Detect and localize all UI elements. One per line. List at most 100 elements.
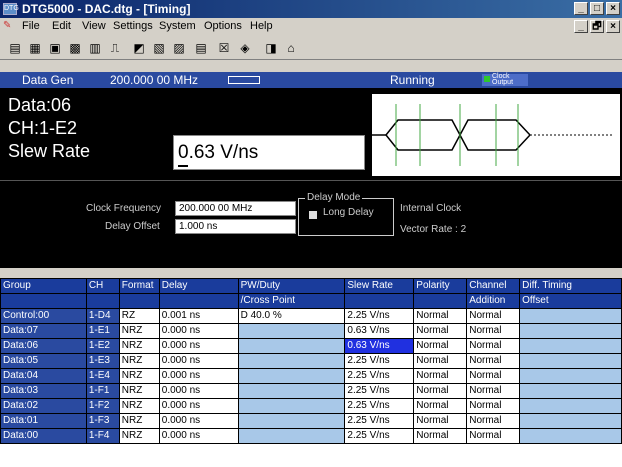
cell-slew-rate[interactable]: 2.25 V/ns [344,428,415,444]
cell-channel-addition[interactable]: Normal [466,323,521,339]
long-delay-checkbox[interactable] [309,211,317,219]
cell-channel-addition[interactable]: Normal [466,353,521,369]
cell-delay[interactable]: 0.000 ns [158,383,239,399]
cell-slew-rate[interactable]: 2.25 V/ns [344,353,415,369]
open-icon[interactable]: ▤ [6,39,24,57]
cell-slew-rate[interactable]: 2.25 V/ns [344,383,415,399]
parameter-value-field[interactable]: 0.63 V/ns [173,135,365,170]
cell-pw-duty[interactable] [237,383,346,399]
menu-edit[interactable]: Edit [52,20,71,32]
cell-polarity[interactable]: Normal [413,323,468,339]
cell-diff-timing-offset[interactable] [519,338,622,354]
doc-minimize-button[interactable]: _ [574,20,588,33]
cell-ch[interactable]: 1-F4 [85,428,120,444]
cell-polarity[interactable]: Normal [413,368,468,384]
cell-channel-addition[interactable]: Normal [466,368,521,384]
cell-diff-timing-offset[interactable] [519,413,622,429]
cell-delay[interactable]: 0.000 ns [158,428,239,444]
cell-pw-duty[interactable] [237,398,346,414]
cell-ch[interactable]: 1-E1 [85,323,120,339]
cell-pw-duty[interactable] [237,338,346,354]
cell-slew-rate[interactable]: 0.63 V/ns [344,338,415,354]
cell-channel-addition[interactable]: Normal [466,428,521,444]
table-icon[interactable]: ▥ [86,39,104,57]
cell-channel-addition[interactable]: Normal [466,398,521,414]
cell-polarity[interactable]: Normal [413,308,468,324]
cell-group[interactable]: Data:01 [0,413,87,429]
cell-format[interactable]: NRZ [118,353,160,369]
pattern-icon[interactable]: ▤ [192,39,210,57]
minimize-button[interactable]: _ [574,2,588,15]
table-row[interactable]: Control:00 1-D4 RZ 0.001 ns D 40.0 % 2.25 V/n… [0,308,622,324]
home-icon[interactable]: ⌂ [282,39,300,57]
cell-format[interactable]: NRZ [118,428,160,444]
cell-group[interactable]: Data:02 [0,398,87,414]
cell-ch[interactable]: 1-F2 [85,398,120,414]
cell-ch[interactable]: 1-E3 [85,353,120,369]
cell-diff-timing-offset[interactable] [519,323,622,339]
cell-diff-timing-offset[interactable] [519,428,622,444]
cell-pw-duty[interactable] [237,428,346,444]
cell-polarity[interactable]: Normal [413,398,468,414]
table-row[interactable]: Data:05 1-E3 NRZ 0.000 ns 2.25 V/ns Normal Nor… [0,353,622,369]
save-icon[interactable]: ▦ [26,39,44,57]
cell-polarity[interactable]: Normal [413,338,468,354]
cell-channel-addition[interactable]: Normal [466,308,521,324]
cell-ch[interactable]: 1-F3 [85,413,120,429]
cell-format[interactable]: NRZ [118,368,160,384]
cell-polarity[interactable]: Normal [413,413,468,429]
cell-channel-addition[interactable]: Normal [466,383,521,399]
maximize-button[interactable]: □ [590,2,604,15]
cell-group[interactable]: Data:07 [0,323,87,339]
cell-delay[interactable]: 0.000 ns [158,398,239,414]
cell-group[interactable]: Data:05 [0,353,87,369]
cell-group[interactable]: Data:06 [0,338,87,354]
cell-ch[interactable]: 1-D4 [85,308,120,324]
header-diff-timing[interactable]: Diff. Timing [519,278,622,294]
document-icon[interactable]: ✎ [3,20,17,33]
cell-channel-addition[interactable]: Normal [466,413,521,429]
cell-delay[interactable]: 0.000 ns [158,368,239,384]
cell-format[interactable]: RZ [118,308,160,324]
run-icon[interactable]: ◈ [236,39,254,57]
print-icon[interactable]: ▣ [46,39,64,57]
cell-delay[interactable]: 0.000 ns [158,338,239,354]
doc-close-button[interactable]: × [606,20,620,33]
cell-delay[interactable]: 0.000 ns [158,353,239,369]
cell-format[interactable]: NRZ [118,383,160,399]
header-polarity[interactable]: Polarity [413,278,468,294]
header-delay[interactable]: Delay [158,278,239,294]
cell-diff-timing-offset[interactable] [519,353,622,369]
layout-icon[interactable]: ◨ [262,39,280,57]
timing-icon[interactable]: ☒ [215,39,233,57]
cell-format[interactable]: NRZ [118,323,160,339]
cell-slew-rate[interactable]: 2.25 V/ns [344,413,415,429]
cell-ch[interactable]: 1-E4 [85,368,120,384]
cell-pw-duty[interactable]: D 40.0 % [237,308,346,324]
table-row[interactable]: Data:00 1-F4 NRZ 0.000 ns 2.25 V/ns Normal Nor… [0,428,622,444]
cell-format[interactable]: NRZ [118,398,160,414]
header-group[interactable]: Group [0,278,87,294]
table-row[interactable]: Data:01 1-F3 NRZ 0.000 ns 2.25 V/ns Normal Nor… [0,413,622,429]
cell-diff-timing-offset[interactable] [519,368,622,384]
table-row[interactable]: Data:07 1-E1 NRZ 0.000 ns 0.63 V/ns Normal Nor… [0,323,622,339]
cell-diff-timing-offset[interactable] [519,308,622,324]
cell-polarity[interactable]: Normal [413,428,468,444]
table-row[interactable]: Data:02 1-F2 NRZ 0.000 ns 2.25 V/ns Normal Nor… [0,398,622,414]
menu-settings[interactable]: Settings [113,20,153,32]
cell-group[interactable]: Data:03 [0,383,87,399]
cell-ch[interactable]: 1-F1 [85,383,120,399]
cell-slew-rate[interactable]: 2.25 V/ns [344,398,415,414]
cell-pw-duty[interactable] [237,413,346,429]
cell-slew-rate[interactable]: 2.25 V/ns [344,308,415,324]
cell-delay[interactable]: 0.000 ns [158,323,239,339]
cell-slew-rate[interactable]: 0.63 V/ns [344,323,415,339]
sequence-icon[interactable]: ▨ [170,39,188,57]
menu-options[interactable]: Options [204,20,242,32]
cell-ch[interactable]: 1-E2 [85,338,120,354]
cell-delay[interactable]: 0.000 ns [158,413,239,429]
cell-format[interactable]: NRZ [118,338,160,354]
header-slew-rate[interactable]: Slew Rate [344,278,415,294]
delay-offset-field[interactable]: 1.000 ns [175,219,296,234]
header-ch[interactable]: CH [85,278,120,294]
